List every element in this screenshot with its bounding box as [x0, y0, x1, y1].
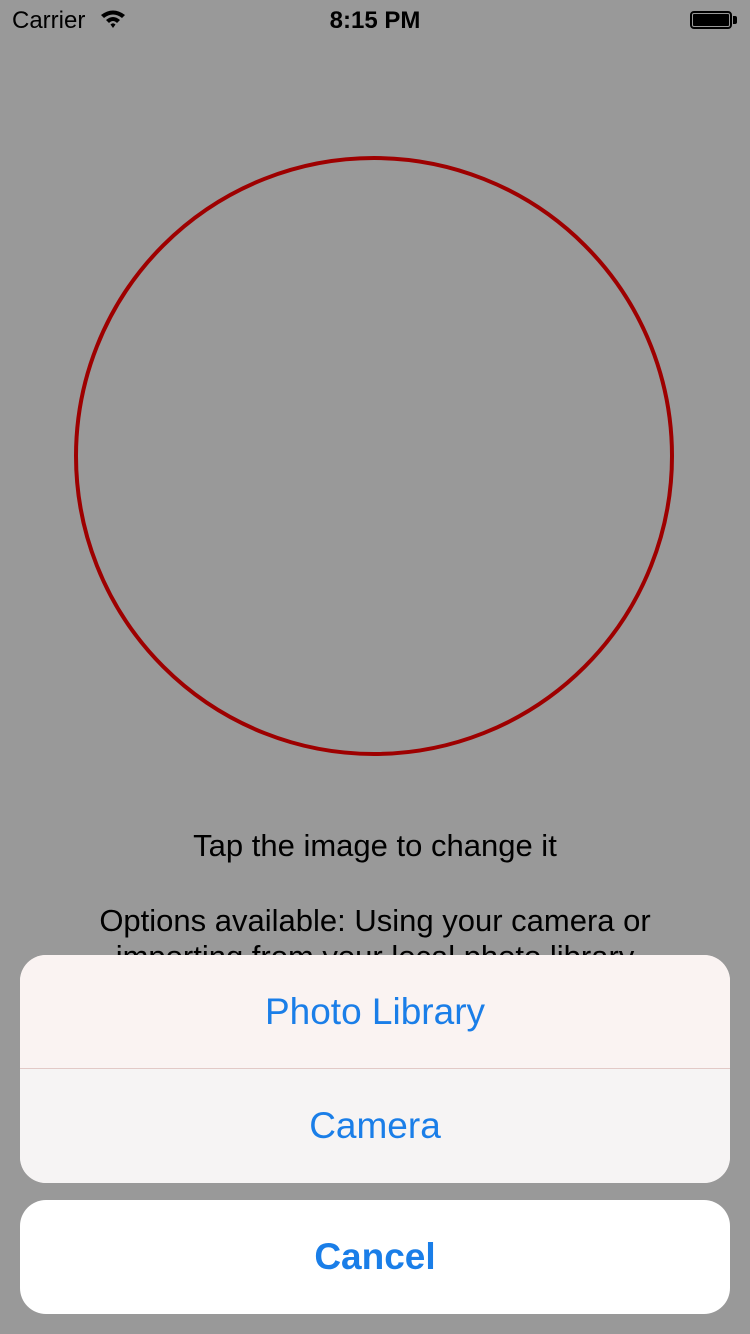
change-image-caption: Tap the image to change it: [193, 828, 557, 863]
profile-image-placeholder[interactable]: [74, 156, 674, 756]
status-time: 8:15 PM: [329, 7, 421, 34]
status-bar: Carrier 8:15 PM: [0, 0, 750, 40]
camera-button[interactable]: Camera: [20, 1069, 730, 1183]
battery-icon: [690, 11, 738, 29]
action-sheet-options: Photo Library Camera: [20, 955, 730, 1183]
cancel-button[interactable]: Cancel: [20, 1200, 730, 1314]
photo-library-button[interactable]: Photo Library: [20, 955, 730, 1069]
